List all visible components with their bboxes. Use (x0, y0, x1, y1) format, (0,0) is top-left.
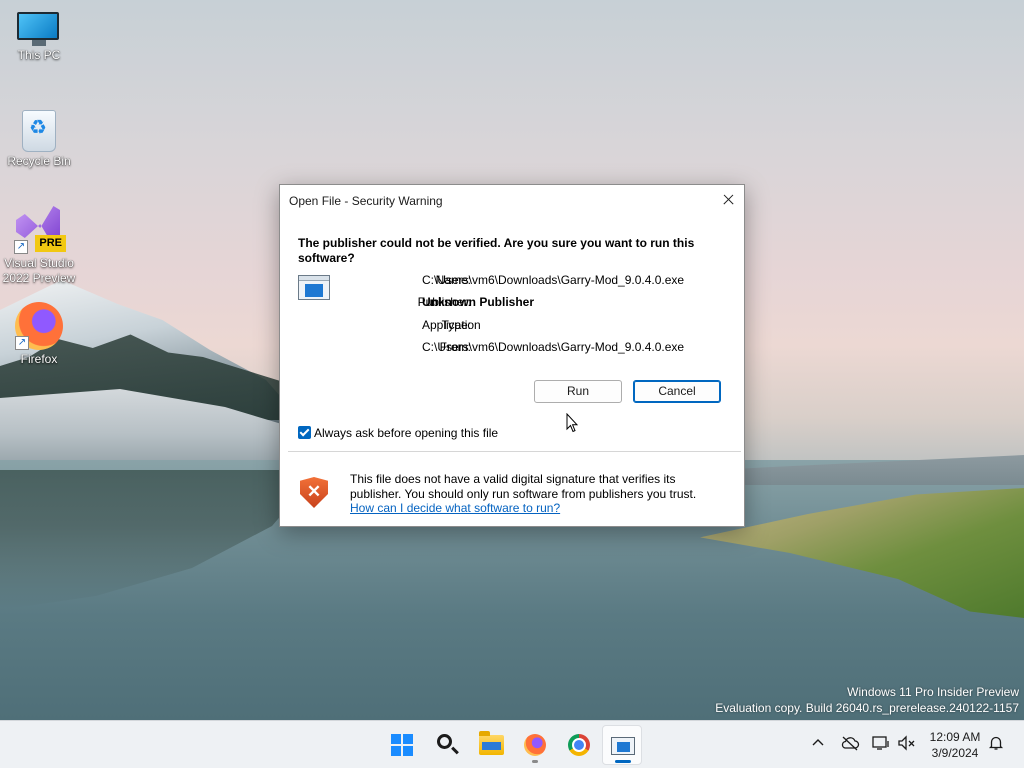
taskbar-firefox[interactable] (515, 725, 555, 765)
clock-time: 12:09 AM (929, 730, 981, 744)
cancel-button[interactable]: Cancel (633, 380, 721, 403)
chevron-up-icon[interactable] (808, 735, 828, 755)
taskbar-clock[interactable]: 12:09 AM 3/9/2024 (922, 729, 988, 761)
chrome-icon (568, 734, 590, 756)
mouse-cursor-icon (566, 413, 578, 433)
security-warning-dialog: Open File - Security Warning The publish… (279, 184, 745, 527)
always-ask-label[interactable]: Always ask before opening this file (314, 426, 498, 440)
desktop-icon-label: This PC (17, 48, 61, 62)
desktop-icon-this-pc[interactable]: This PC (0, 12, 78, 63)
info-value: C:\Users\vm6\Downloads\Garry-Mod_9.0.4.0… (422, 273, 685, 287)
info-value: C:\Users\vm6\Downloads\Garry-Mod_9.0.4.0… (422, 340, 685, 354)
watermark-line-2: Evaluation copy. Build 26040.rs_prerelea… (715, 701, 1019, 715)
file-explorer-icon (479, 731, 504, 755)
info-row-name: Name: C:\Users\vm6\Downloads\Garry-Mod_9… (340, 272, 740, 288)
visual-studio-icon: PRE ↗ (14, 204, 66, 254)
desktop-icon-label: Visual Studio 2022 Preview (2, 256, 76, 285)
search-icon (437, 734, 452, 749)
info-row-publisher: Publisher: Unknown Publisher (340, 294, 740, 310)
onedrive-offline-icon[interactable] (840, 735, 860, 755)
info-row-type: Type: Application (340, 317, 740, 333)
taskbar-search-button[interactable] (427, 725, 467, 765)
close-button[interactable] (712, 185, 744, 215)
desktop-icon-label: Recycle Bin (7, 154, 71, 168)
info-value: Unknown Publisher (422, 295, 535, 309)
desktop-icon-visual-studio[interactable]: PRE ↗ Visual Studio 2022 Preview (0, 204, 78, 286)
notification-bell-icon[interactable] (986, 735, 1006, 755)
os-watermark: Windows 11 Pro Insider Preview Evaluatio… (715, 684, 1019, 716)
info-row-from: From: C:\Users\vm6\Downloads\Garry-Mod_9… (340, 339, 740, 355)
taskbar-security-warning-app[interactable] (602, 725, 642, 765)
taskbar-start-button[interactable] (382, 725, 422, 765)
info-value: Application (422, 318, 481, 332)
firefox-icon: ↗ (15, 302, 63, 350)
computer-icon (17, 12, 61, 46)
windows-start-icon (391, 734, 413, 756)
recycle-bin-icon: ♻ (22, 110, 56, 152)
taskbar-chrome[interactable] (559, 725, 599, 765)
watermark-line-1: Windows 11 Pro Insider Preview (847, 685, 1019, 699)
running-indicator (532, 760, 538, 763)
taskbar (0, 720, 1024, 768)
warning-message: This file does not have a valid digital … (350, 472, 697, 501)
shield-x-icon: ✕ (306, 482, 322, 501)
dialog-separator (288, 451, 741, 452)
shortcut-arrow-icon: ↗ (15, 336, 29, 350)
active-indicator (615, 760, 631, 763)
preview-badge: PRE (35, 235, 66, 252)
clock-date: 3/9/2024 (931, 746, 979, 760)
help-link[interactable]: How can I decide what software to run? (350, 501, 560, 515)
desktop-icon-label: Firefox (20, 352, 58, 366)
volume-muted-icon[interactable] (897, 735, 917, 755)
network-icon[interactable] (871, 735, 891, 755)
application-file-icon (298, 275, 330, 300)
desktop-icon-recycle-bin[interactable]: ♻ Recycle Bin (0, 110, 78, 169)
security-warning-app-icon (611, 737, 635, 755)
dialog-title: Open File - Security Warning (289, 194, 443, 208)
taskbar-file-explorer[interactable] (471, 725, 511, 765)
dialog-headline: The publisher could not be verified. Are… (298, 236, 695, 265)
firefox-icon (524, 734, 546, 756)
shortcut-arrow-icon: ↗ (14, 240, 28, 254)
always-ask-checkbox[interactable] (298, 426, 311, 439)
run-button[interactable]: Run (534, 380, 622, 403)
dialog-titlebar[interactable]: Open File - Security Warning (280, 185, 744, 217)
desktop-icon-firefox[interactable]: ↗ Firefox (0, 302, 78, 367)
